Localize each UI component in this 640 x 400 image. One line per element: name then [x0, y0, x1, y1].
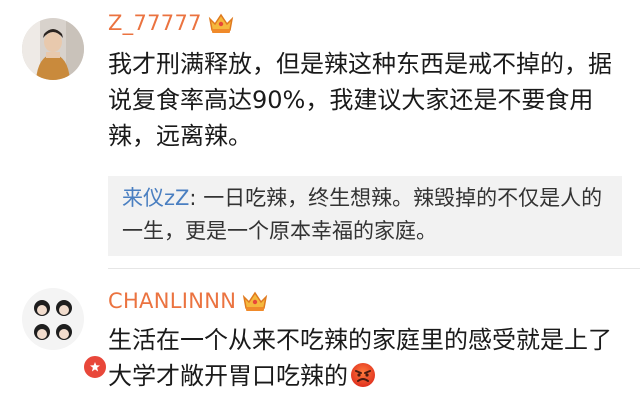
vip-crown-icon [242, 290, 268, 312]
comment-item: CHANLINNN 生活在一个从来不吃辣的家庭里的感受就是上了大学才敞开胃口吃辣… [0, 270, 640, 400]
avatar[interactable] [22, 18, 84, 80]
avatar[interactable] [22, 288, 108, 380]
username-row: CHANLINNN [108, 286, 268, 316]
reply-box[interactable]: 来仪zZ: 一日吃辣，终生想辣。辣毁掉的不仅是人的一生，更是一个原本幸福的家庭。 [108, 176, 622, 256]
comment-list: Z_77777 我才刑满释放，但是辣这种东西是戒不掉的，据说复食率高达90%，我… [0, 0, 640, 400]
reply-separator: : [189, 186, 204, 210]
divider [108, 268, 640, 269]
comment-username[interactable]: CHANLINNN [108, 289, 236, 313]
reply-username[interactable]: 来仪zZ [122, 186, 189, 210]
comment-username[interactable]: Z_77777 [108, 11, 202, 35]
vip-crown-icon [208, 12, 234, 34]
comment-text: 我才刑满释放，但是辣这种东西是戒不掉的，据说复食率高达90%，我建议大家还是不要… [108, 50, 612, 150]
verified-badge-icon [82, 354, 108, 380]
comment-item: Z_77777 我才刑满释放，但是辣这种东西是戒不掉的，据说复食率高达90%，我… [0, 0, 640, 269]
angry-face-emoji [350, 362, 376, 388]
comment-text: 生活在一个从来不吃辣的家庭里的感受就是上了大学才敞开胃口吃辣的 [108, 322, 618, 394]
username-row: Z_77777 [108, 8, 234, 38]
